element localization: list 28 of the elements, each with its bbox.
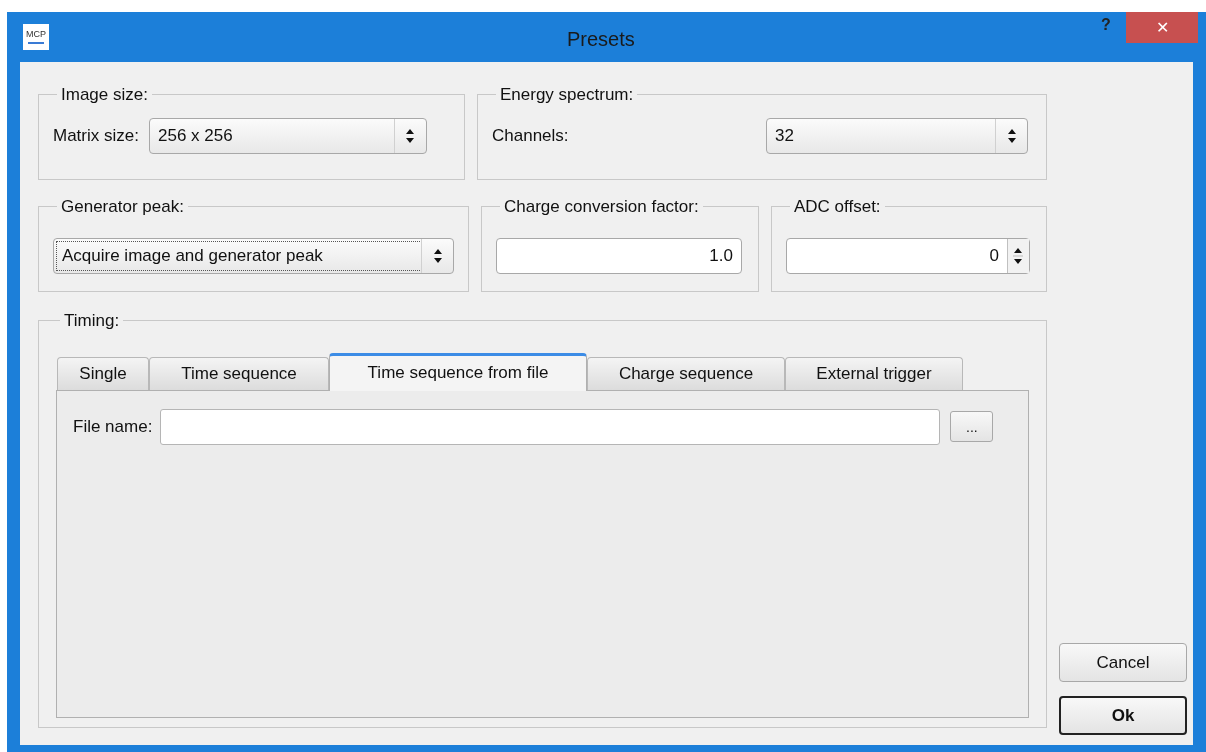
dropdown[interactable]: 256 x 256: [148, 117, 427, 154]
field-label: Matrix size:: [53, 124, 139, 147]
close-button[interactable]: ✕: [1126, 12, 1198, 43]
group-title: Generator peak:: [60, 196, 185, 218]
dialog-button[interactable]: Ok: [1059, 696, 1187, 735]
tab[interactable]: Time sequence: [149, 356, 329, 390]
tab[interactable]: Single: [57, 356, 149, 390]
spin-box[interactable]: 0: [786, 237, 1030, 274]
dropdown[interactable]: 32: [766, 117, 1028, 154]
dialog-button[interactable]: Cancel: [1059, 643, 1187, 682]
tab[interactable]: Charge sequence: [587, 356, 785, 390]
input-field[interactable]: 1.0: [496, 237, 742, 274]
input-field[interactable]: [160, 408, 941, 445]
app-logo: MCP: [23, 24, 49, 50]
group-title: ADC offset:: [793, 196, 882, 218]
tab[interactable]: Time sequence from file: [329, 352, 587, 391]
window-title: Presets: [567, 27, 635, 52]
browse-button[interactable]: ...: [950, 411, 994, 442]
help-button[interactable]: ?: [1086, 12, 1126, 38]
group-title: Image size:: [60, 84, 149, 106]
group-title: Charge conversion factor:: [503, 196, 700, 218]
group-title: Timing:: [63, 310, 121, 332]
field-label: File name:: [73, 415, 153, 438]
dropdown[interactable]: Acquire image and generator peak: [53, 237, 454, 274]
spin-arrows-icon: [1007, 238, 1029, 273]
tab[interactable]: External trigger: [785, 356, 963, 390]
field-label: Channels:: [492, 124, 570, 147]
group-title: Energy spectrum:: [499, 84, 635, 106]
